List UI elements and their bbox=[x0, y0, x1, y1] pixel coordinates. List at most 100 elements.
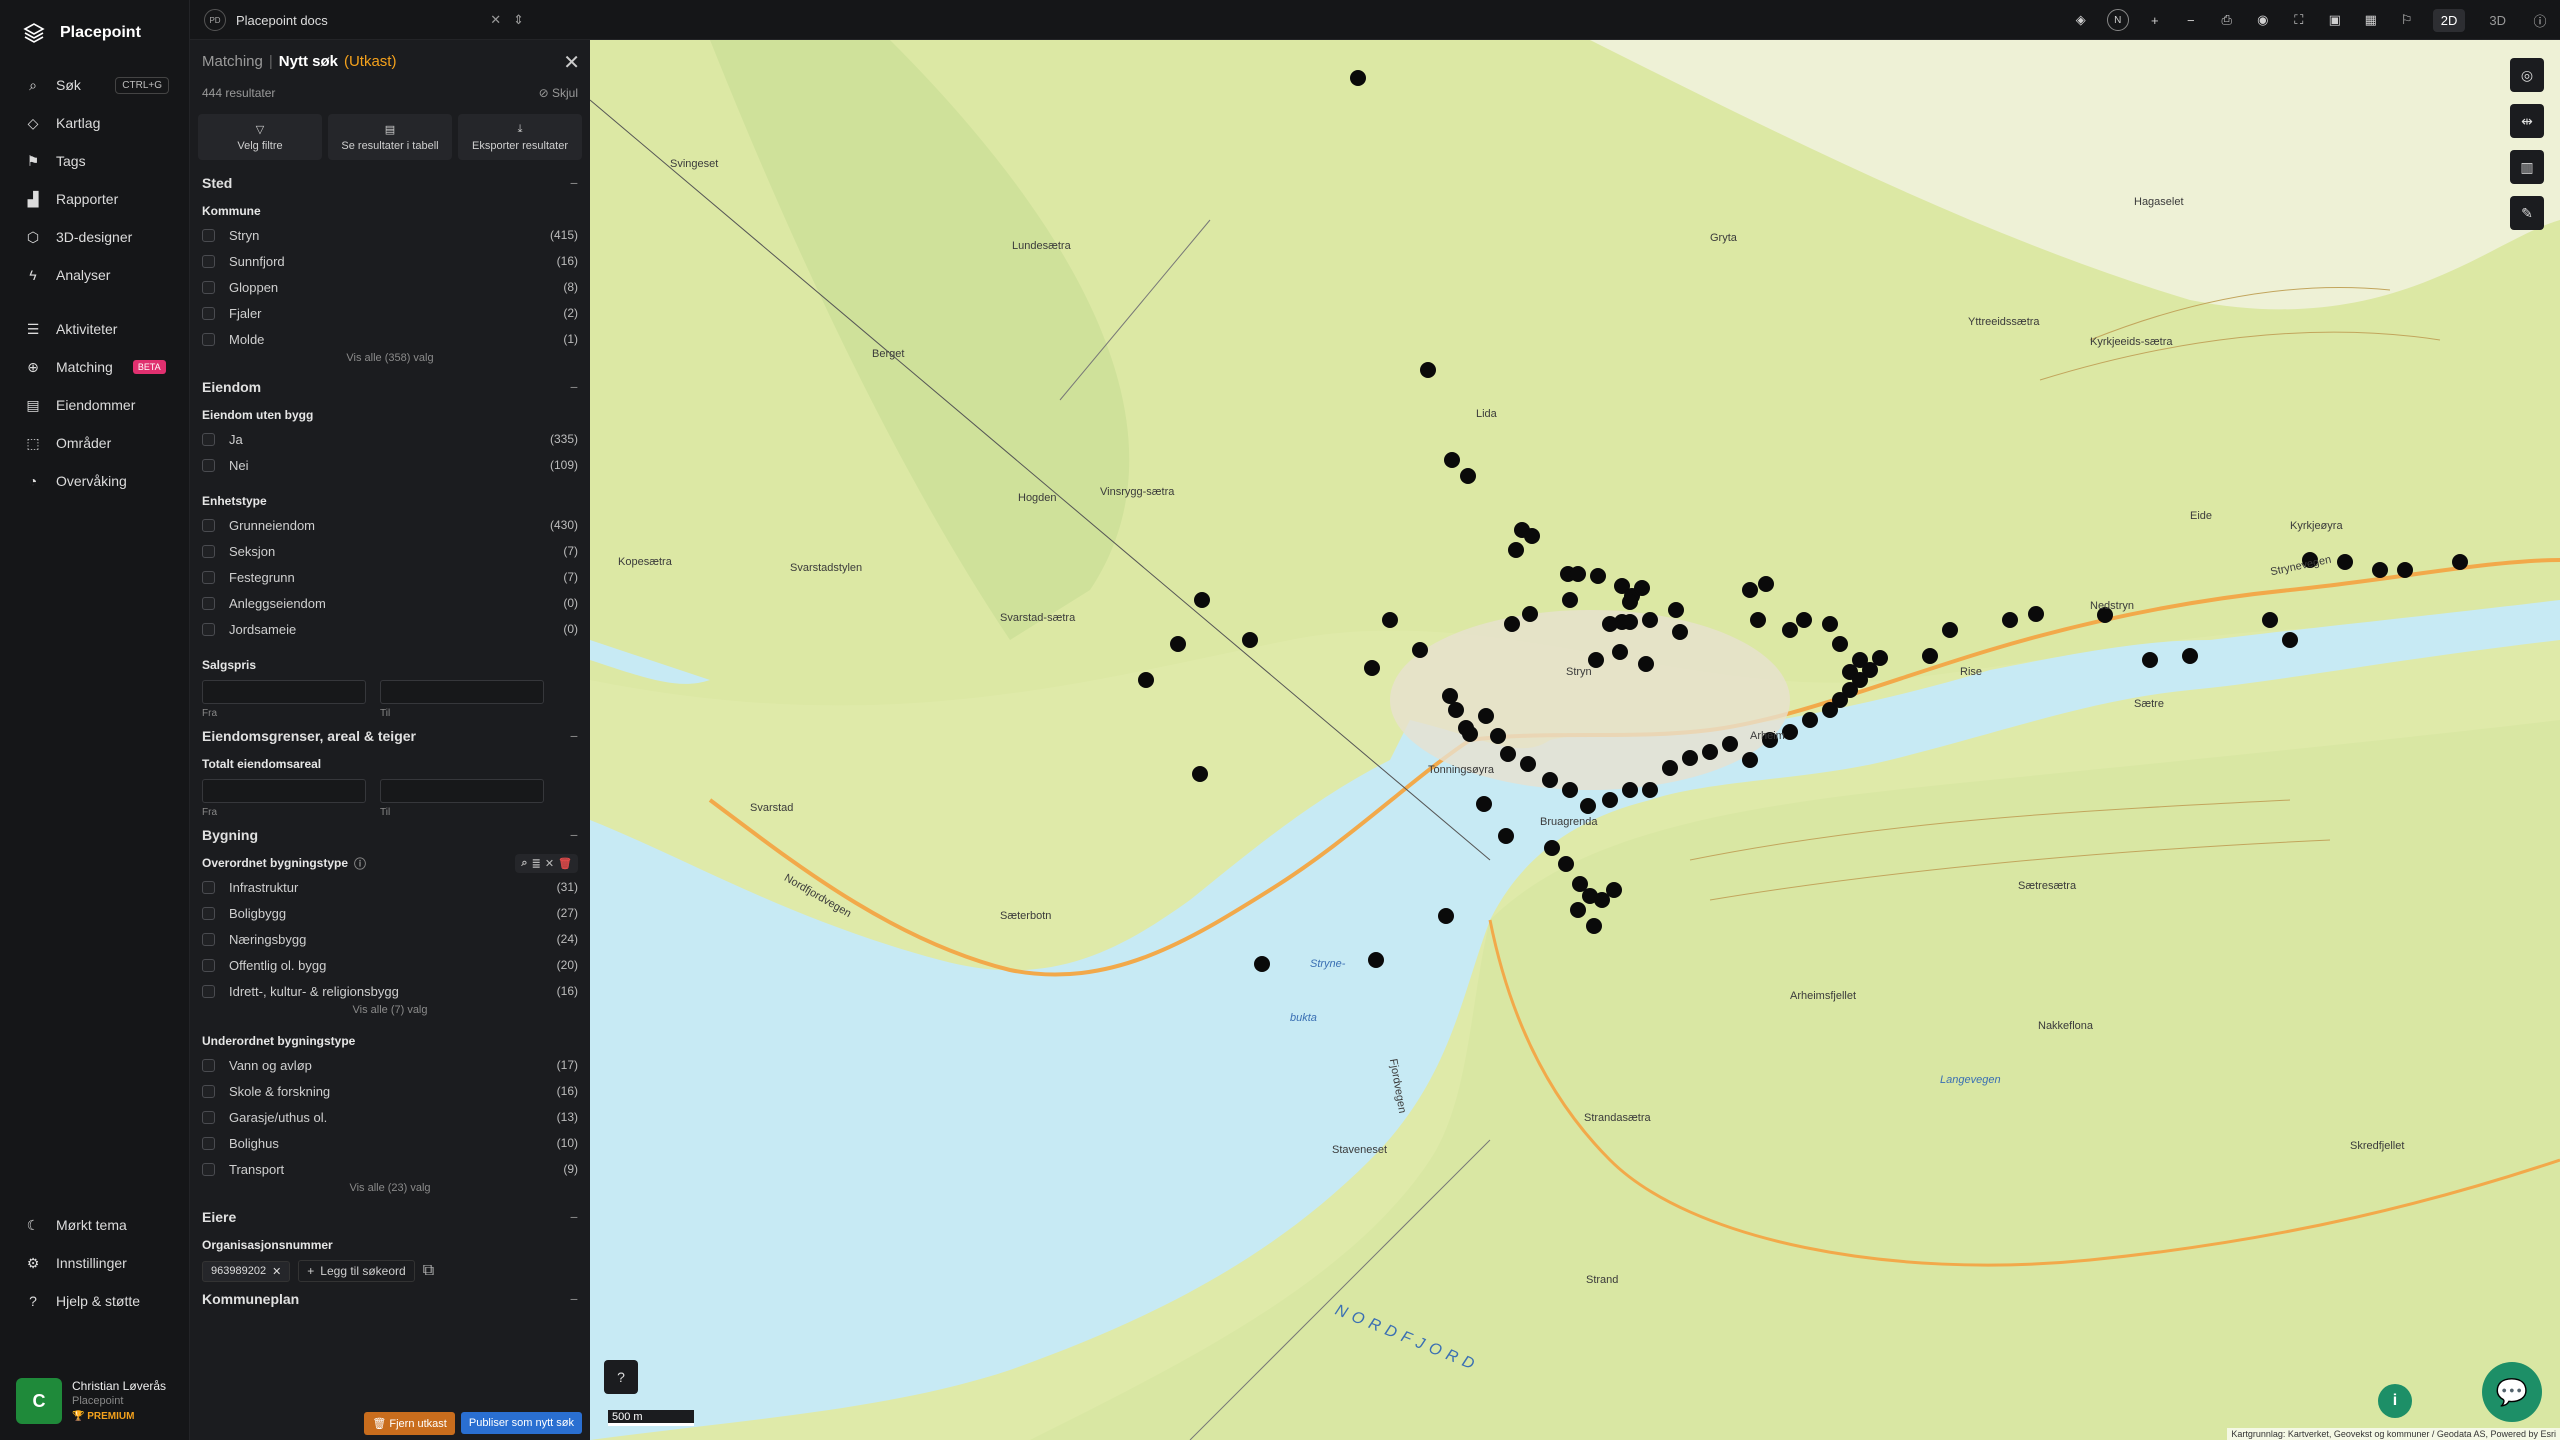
brand[interactable]: Placepoint bbox=[0, 0, 189, 66]
result-pin[interactable] bbox=[1438, 908, 1454, 924]
checkbox[interactable] bbox=[202, 1162, 215, 1176]
filter-option[interactable]: Infrastruktur (31) bbox=[202, 874, 578, 900]
result-pin[interactable] bbox=[1682, 750, 1698, 766]
sidebar-item-3d-designer[interactable]: ⬡ 3D-designer bbox=[0, 218, 189, 256]
filter-option[interactable]: Skole & forskning (16) bbox=[202, 1078, 578, 1104]
result-pin[interactable] bbox=[1832, 636, 1848, 652]
checkbox[interactable] bbox=[202, 306, 215, 320]
remove-draft-button[interactable]: 🗑 Fjern utkast bbox=[364, 1411, 455, 1435]
result-pin[interactable] bbox=[1420, 362, 1436, 378]
result-pin[interactable] bbox=[1382, 612, 1398, 628]
map-canvas[interactable]: Svingeset Lundesætra Berget Vinsrygg-sæt… bbox=[590, 40, 2560, 1440]
collapse-icon[interactable]: − bbox=[570, 728, 578, 744]
result-pin[interactable] bbox=[1638, 656, 1654, 672]
checkbox[interactable] bbox=[202, 880, 215, 894]
sidebar-item-analyser[interactable]: ϟ Analyser bbox=[0, 256, 189, 294]
filter-option[interactable]: Nei (109) bbox=[202, 452, 578, 478]
result-pin[interactable] bbox=[1722, 736, 1738, 752]
result-pin[interactable] bbox=[1758, 576, 1774, 592]
trash-icon[interactable]: 🗑 bbox=[558, 857, 572, 870]
result-pin[interactable] bbox=[1742, 752, 1758, 768]
filter-option[interactable]: Offentlig ol. bygg (20) bbox=[202, 952, 578, 978]
filter-option[interactable]: Seksjon (7) bbox=[202, 538, 578, 564]
bookmark-map-icon[interactable]: ⚐ bbox=[2397, 10, 2417, 30]
filter-option[interactable]: Stryn (415) bbox=[202, 222, 578, 248]
result-pin[interactable] bbox=[1350, 70, 1366, 86]
fullscreen-icon[interactable]: ⛶ bbox=[2289, 10, 2309, 30]
choose-filters-button[interactable]: ▽ Velg filtre bbox=[198, 114, 322, 160]
result-pin[interactable] bbox=[1368, 952, 1384, 968]
result-pin[interactable] bbox=[1702, 744, 1718, 760]
result-pin[interactable] bbox=[1862, 662, 1878, 678]
result-pin[interactable] bbox=[1460, 468, 1476, 484]
checkbox[interactable] bbox=[202, 958, 215, 972]
show-all-overordnet[interactable]: Vis alle (7) valg bbox=[202, 1004, 578, 1022]
result-pin[interactable] bbox=[2337, 554, 2353, 570]
result-pin[interactable] bbox=[1558, 856, 1574, 872]
chip-remove-icon[interactable]: ✕ bbox=[272, 1265, 281, 1278]
result-pin[interactable] bbox=[1570, 566, 1586, 582]
result-pin[interactable] bbox=[1498, 828, 1514, 844]
result-pin[interactable] bbox=[1364, 660, 1380, 676]
result-pin[interactable] bbox=[1922, 648, 1938, 664]
result-pin[interactable] bbox=[2182, 648, 2198, 664]
eye-icon[interactable]: ◉ bbox=[2253, 10, 2273, 30]
result-pin[interactable] bbox=[1590, 568, 1606, 584]
sidebar-item-rapporter[interactable]: ▟ Rapporter bbox=[0, 180, 189, 218]
filter-option[interactable]: Festegrunn (7) bbox=[202, 564, 578, 590]
sidebar-item-aktiviteter[interactable]: ☰ Aktiviteter bbox=[0, 310, 189, 348]
checkbox[interactable] bbox=[202, 1136, 215, 1150]
result-pin[interactable] bbox=[1500, 746, 1516, 762]
checkbox[interactable] bbox=[202, 1058, 215, 1072]
filter-option[interactable]: Jordsameie (0) bbox=[202, 616, 578, 642]
result-pin[interactable] bbox=[1444, 452, 1460, 468]
checkbox[interactable] bbox=[202, 518, 215, 532]
checkbox[interactable] bbox=[202, 984, 215, 998]
filter-option[interactable]: Molde (1) bbox=[202, 326, 578, 352]
view-3d-button[interactable]: 3D bbox=[2481, 9, 2514, 32]
grid-icon[interactable]: ▦ bbox=[2361, 10, 2381, 30]
info-button[interactable]: i bbox=[2378, 1384, 2412, 1418]
export-button[interactable]: ⤓ Eksporter resultater bbox=[458, 114, 582, 160]
filter-option[interactable]: Fjaler (2) bbox=[202, 300, 578, 326]
result-pin[interactable] bbox=[1504, 616, 1520, 632]
result-pin[interactable] bbox=[1742, 582, 1758, 598]
tools-button[interactable]: ✎ bbox=[2510, 196, 2544, 230]
clear-icon[interactable]: ✕ bbox=[545, 857, 554, 870]
checkbox[interactable] bbox=[202, 932, 215, 946]
user-card[interactable]: C Christian Løverås Placepoint 🏆 PREMIUM bbox=[16, 1378, 176, 1424]
result-pin[interactable] bbox=[1522, 606, 1538, 622]
checkbox[interactable] bbox=[202, 254, 215, 268]
result-pin[interactable] bbox=[1642, 782, 1658, 798]
chat-button[interactable]: 💬 bbox=[2482, 1362, 2542, 1422]
table-view-button[interactable]: ▤ Se resultater i tabell bbox=[328, 114, 452, 160]
filter-option[interactable]: Ja (335) bbox=[202, 426, 578, 452]
view-2d-button[interactable]: 2D bbox=[2432, 8, 2466, 32]
checkbox[interactable] bbox=[202, 570, 215, 584]
measure-button[interactable]: ⇹ bbox=[2510, 104, 2544, 138]
areal-from-input[interactable] bbox=[202, 779, 366, 803]
info-circle-icon[interactable]: ⓘ bbox=[2530, 10, 2550, 30]
result-pin[interactable] bbox=[1586, 918, 1602, 934]
result-pin[interactable] bbox=[1524, 528, 1540, 544]
sidebar-item-eiendommer[interactable]: ▤ Eiendommer bbox=[0, 386, 189, 424]
result-pin[interactable] bbox=[1622, 614, 1638, 630]
result-pin[interactable] bbox=[1412, 642, 1428, 658]
result-pin[interactable] bbox=[1668, 602, 1684, 618]
result-pin[interactable] bbox=[1254, 956, 1270, 972]
breadcrumb-matching[interactable]: Matching bbox=[202, 53, 263, 70]
checkbox[interactable] bbox=[202, 228, 215, 242]
show-all-underordnet[interactable]: Vis alle (23) valg bbox=[202, 1182, 578, 1200]
result-pin[interactable] bbox=[1796, 612, 1812, 628]
result-pin[interactable] bbox=[1802, 712, 1818, 728]
result-pin[interactable] bbox=[1672, 624, 1688, 640]
chevron-updown-icon[interactable]: ⇕ bbox=[513, 12, 524, 28]
result-pin[interactable] bbox=[2262, 612, 2278, 628]
areal-to-input[interactable] bbox=[380, 779, 544, 803]
help-circle-icon[interactable]: ⓘ bbox=[354, 855, 366, 872]
sidebar-item-kartlag[interactable]: ◇ Kartlag bbox=[0, 104, 189, 142]
checkbox[interactable] bbox=[202, 596, 215, 610]
sidebar-item-m-rkt-tema[interactable]: ☾ Mørkt tema bbox=[0, 1206, 189, 1244]
result-pin[interactable] bbox=[2002, 612, 2018, 628]
collapse-icon[interactable]: − bbox=[570, 1291, 578, 1307]
